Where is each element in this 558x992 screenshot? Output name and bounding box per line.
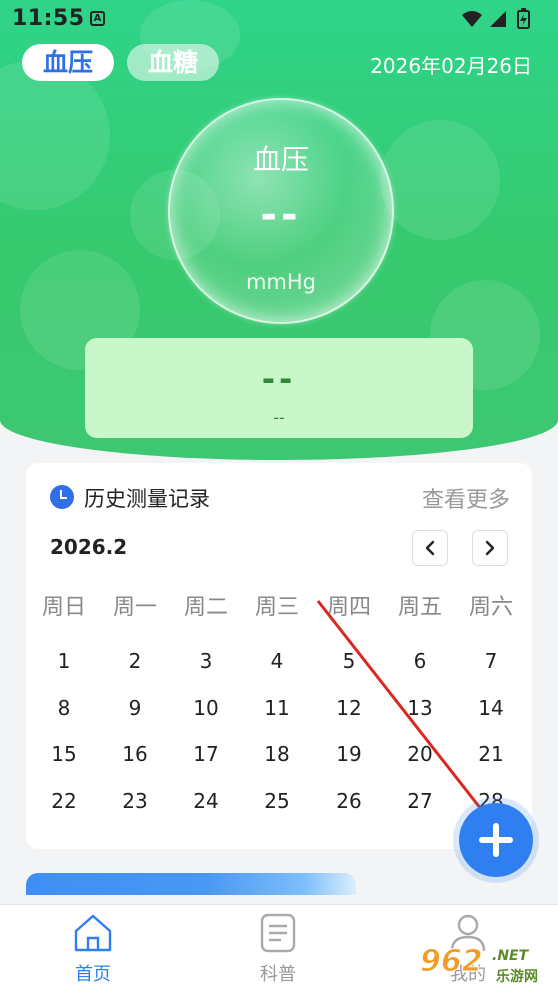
calendar-day[interactable]: 7 bbox=[455, 649, 527, 673]
weekday-tue: 周二 bbox=[183, 595, 228, 620]
calendar-day[interactable]: 23 bbox=[99, 789, 171, 813]
nav-label-science: 科普 bbox=[260, 964, 296, 985]
hero-header: 11:55 A 血压 血糖 2026年02月26日 血压 -- mmHg -- … bbox=[0, 0, 558, 460]
calendar-day[interactable]: 20 bbox=[384, 742, 456, 766]
status-time: 11:55 bbox=[12, 6, 85, 31]
result-subtext: -- bbox=[273, 408, 285, 427]
add-record-button[interactable] bbox=[459, 803, 533, 877]
signal-wifi-battery-icons bbox=[462, 8, 530, 29]
nav-item-home[interactable]: 首页 bbox=[33, 905, 153, 992]
calendar-day[interactable]: 12 bbox=[313, 696, 385, 720]
calendar-day[interactable]: 6 bbox=[384, 649, 456, 673]
calendar-day[interactable]: 11 bbox=[241, 696, 313, 720]
current-date: 2026年02月26日 bbox=[370, 54, 532, 78]
weekday-sat: 周六 bbox=[468, 595, 513, 620]
chevron-left-icon bbox=[425, 540, 435, 556]
calendar-day[interactable]: 21 bbox=[455, 742, 527, 766]
calendar-day[interactable]: 3 bbox=[170, 649, 242, 673]
calendar-day[interactable]: 27 bbox=[384, 789, 456, 813]
next-month-button[interactable] bbox=[472, 530, 508, 566]
watermark-number: 962 bbox=[420, 944, 484, 980]
history-card: 历史测量记录 查看更多 2026.2 周日 周一 周二 周三 周四 周五 周六 … bbox=[26, 463, 532, 849]
weekday-thu: 周四 bbox=[326, 595, 371, 620]
calendar-day[interactable]: 9 bbox=[99, 696, 171, 720]
calendar-day[interactable]: 17 bbox=[170, 742, 242, 766]
status-bar: 11:55 A bbox=[0, 0, 558, 36]
calendar-day[interactable]: 13 bbox=[384, 696, 456, 720]
notification-icon: A bbox=[90, 11, 105, 26]
bubble-value: -- bbox=[260, 192, 302, 238]
calendar-week-row: 22 23 24 25 26 27 28 bbox=[26, 789, 532, 819]
bokeh-decoration bbox=[0, 60, 110, 210]
calendar-day[interactable]: 5 bbox=[313, 649, 385, 673]
calendar-week-row: 8 9 10 11 12 13 14 bbox=[26, 696, 532, 726]
calendar-day[interactable]: 2 bbox=[99, 649, 171, 673]
calendar-day[interactable]: 15 bbox=[28, 742, 100, 766]
bubble-title: 血压 bbox=[252, 143, 309, 176]
next-card-peek bbox=[26, 873, 356, 895]
result-value: -- bbox=[261, 360, 297, 398]
chevron-right-icon bbox=[485, 540, 495, 556]
month-label: 2026.2 bbox=[50, 535, 128, 559]
calendar-day[interactable]: 16 bbox=[99, 742, 171, 766]
weekday-wed: 周三 bbox=[254, 595, 299, 620]
weekday-header: 周日 周一 周二 周三 周四 周五 周六 bbox=[26, 589, 532, 621]
bubble-unit: mmHg bbox=[245, 270, 317, 294]
watermark-site: 乐游网 bbox=[496, 969, 538, 985]
weekday-mon: 周一 bbox=[112, 595, 157, 620]
prev-month-button[interactable] bbox=[412, 530, 448, 566]
home-icon bbox=[74, 914, 112, 952]
watermark-net: .NET bbox=[492, 948, 529, 964]
calendar-day[interactable]: 8 bbox=[28, 696, 100, 720]
status-icons bbox=[460, 8, 544, 34]
clock-icon bbox=[50, 485, 74, 509]
calendar-day[interactable]: 10 bbox=[170, 696, 242, 720]
result-card: -- -- bbox=[85, 338, 473, 438]
watermark-logo: 962 .NET 乐游网 bbox=[414, 944, 554, 988]
calendar-day[interactable]: 18 bbox=[241, 742, 313, 766]
bokeh-decoration bbox=[380, 120, 500, 240]
calendar-day[interactable]: 25 bbox=[241, 789, 313, 813]
calendar-day[interactable]: 26 bbox=[313, 789, 385, 813]
calendar-day[interactable]: 4 bbox=[241, 649, 313, 673]
tab-blood-sugar[interactable]: 血糖 bbox=[127, 44, 219, 81]
weekday-sun: 周日 bbox=[41, 595, 86, 620]
calendar-day[interactable]: 1 bbox=[28, 649, 100, 673]
nav-label-home: 首页 bbox=[75, 964, 111, 985]
view-more-link[interactable]: 查看更多 bbox=[422, 482, 510, 514]
calendar-day[interactable]: 19 bbox=[313, 742, 385, 766]
calendar-day[interactable]: 22 bbox=[28, 789, 100, 813]
history-title: 历史测量记录 bbox=[84, 487, 210, 511]
calendar-day[interactable]: 24 bbox=[170, 789, 242, 813]
calendar-week-row: 1 2 3 4 5 6 7 bbox=[26, 649, 532, 679]
calendar-day[interactable]: 14 bbox=[455, 696, 527, 720]
calendar-week-row: 15 16 17 18 19 20 21 bbox=[26, 742, 532, 772]
tab-blood-pressure[interactable]: 血压 bbox=[22, 44, 114, 81]
document-icon bbox=[260, 913, 296, 953]
nav-item-science[interactable]: 科普 bbox=[218, 905, 338, 992]
weekday-fri: 周五 bbox=[397, 595, 442, 620]
measurement-bubble[interactable]: 血压 -- mmHg bbox=[168, 98, 394, 324]
